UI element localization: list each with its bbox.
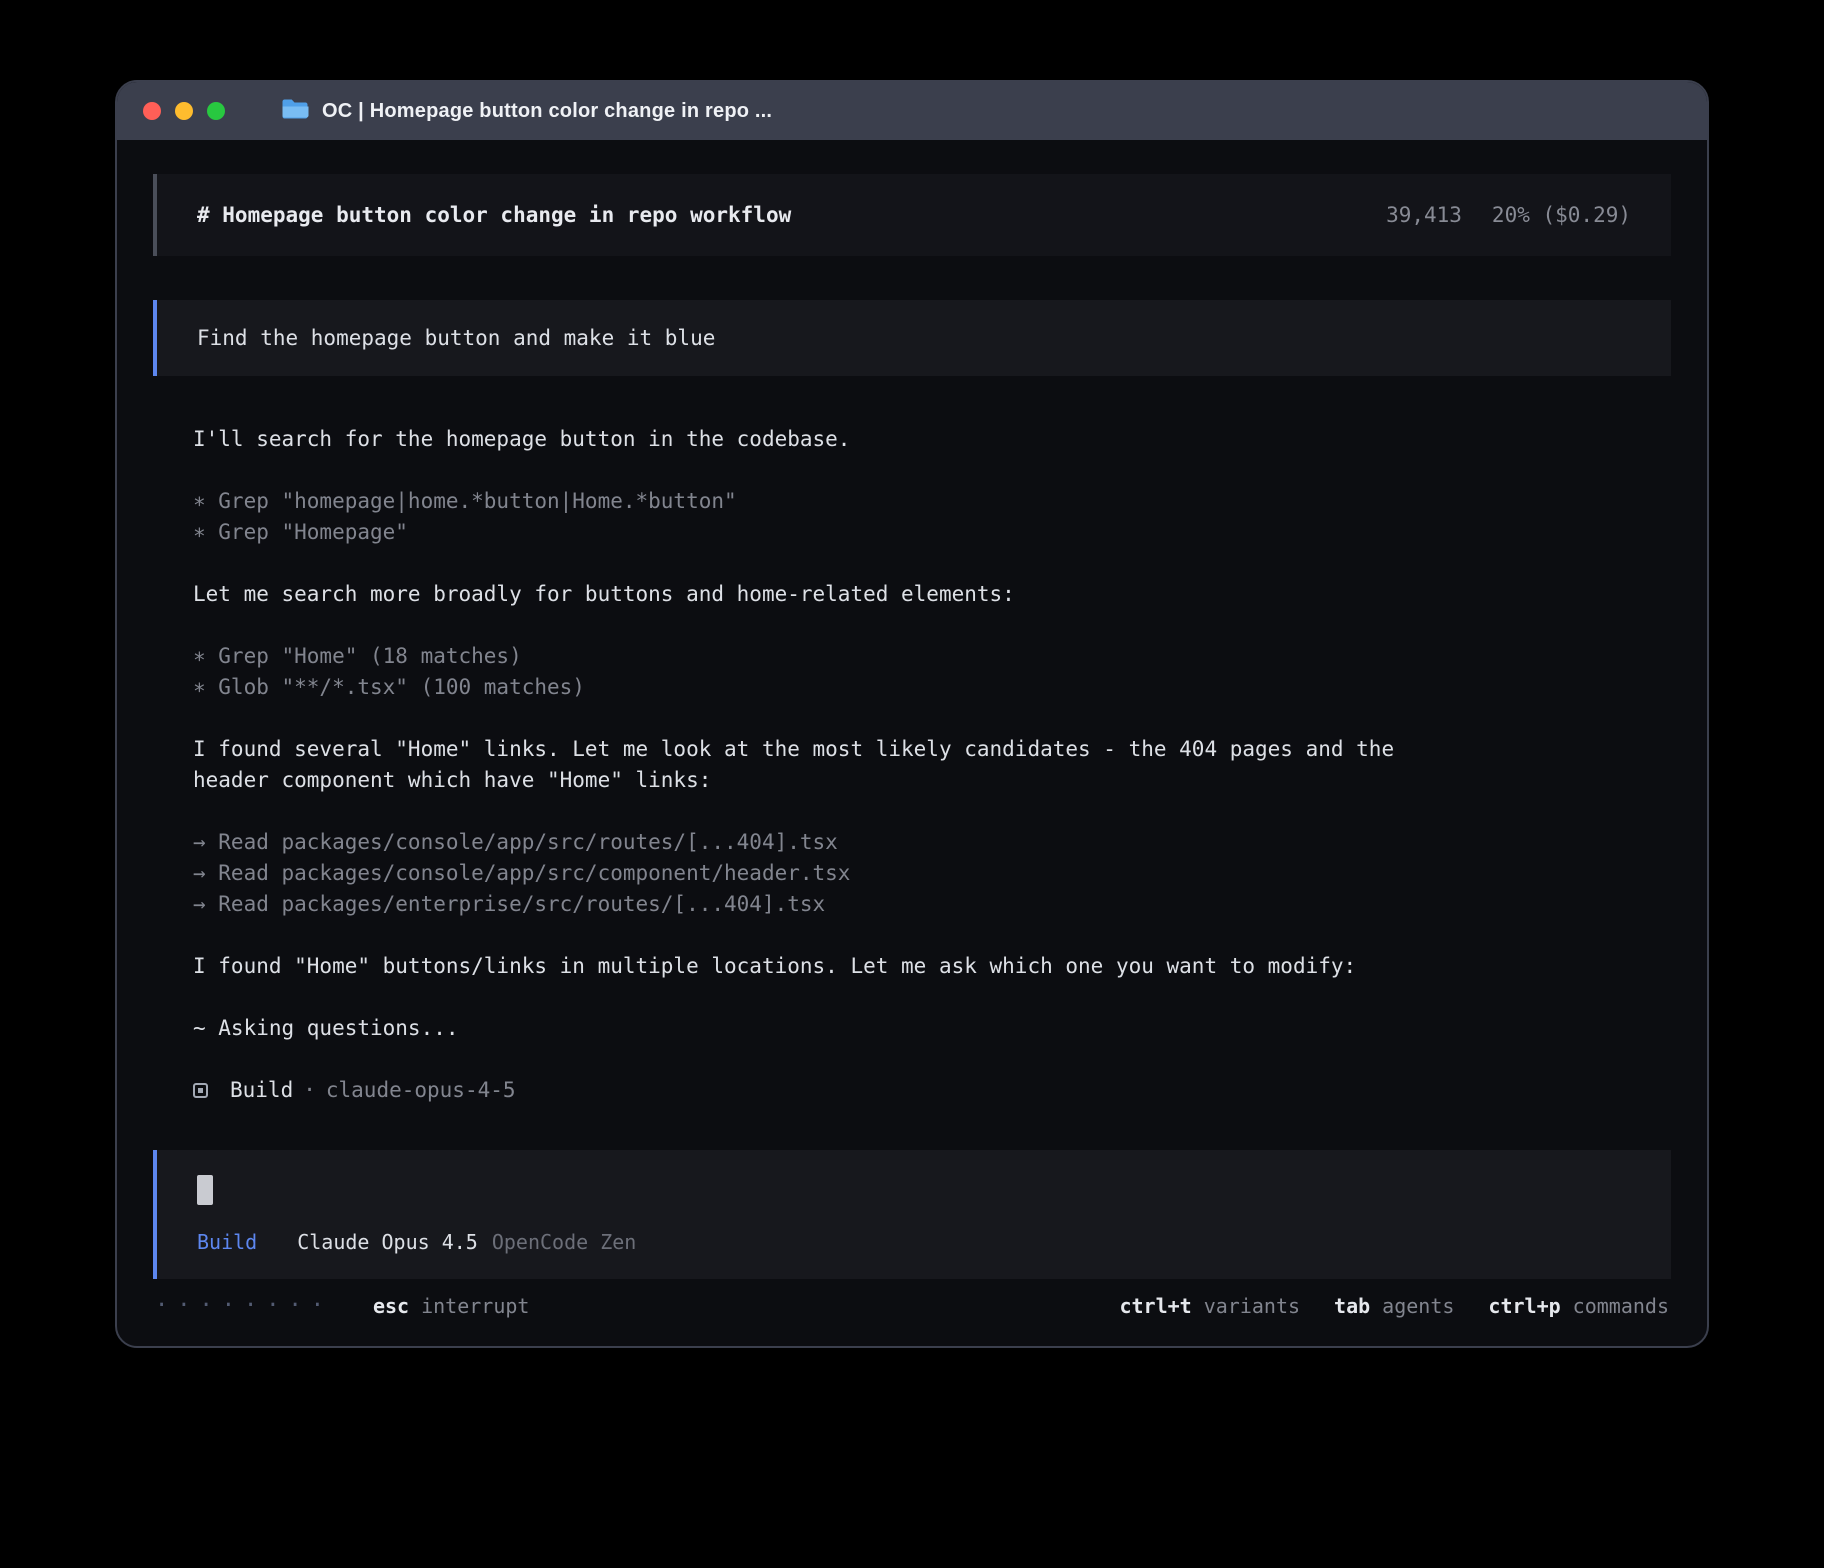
file-read-line: → Read packages/console/app/src/routes/[… (193, 827, 1631, 858)
ctrl-t-key-label: ctrl+t (1119, 1294, 1191, 1318)
agent-name: Build (230, 1078, 293, 1102)
terminal-window: OC | Homepage button color change in rep… (115, 80, 1709, 1348)
commands-label: commands (1573, 1294, 1669, 1318)
context-usage: 20% ($0.29) (1492, 203, 1631, 227)
terminal-content: # Homepage button color change in repo w… (117, 140, 1707, 1346)
tool-call-line: ∗ Grep "Home" (18 matches) (193, 641, 1631, 672)
agent-status-text: Build · claude-opus-4-5 (230, 1075, 516, 1106)
status-bar: ········ esc interrupt ctrl+t variants t… (153, 1293, 1671, 1318)
active-agent-label[interactable]: Build (197, 1230, 257, 1254)
tool-call-line: ∗ Glob "**/*.tsx" (100 matches) (193, 672, 1631, 703)
file-read-group: → Read packages/console/app/src/routes/[… (193, 827, 1631, 920)
traffic-lights (143, 102, 225, 120)
user-message-text: Find the homepage button and make it blu… (197, 326, 715, 350)
session-meta: 39,413 20% ($0.29) (1386, 203, 1631, 227)
keyboard-hints: ctrl+t variants tab agents ctrl+p comman… (1119, 1294, 1669, 1318)
assistant-output: I'll search for the homepage button in t… (153, 424, 1671, 1106)
agents-hint: tab agents (1334, 1294, 1454, 1318)
window-titlebar[interactable]: OC | Homepage button color change in rep… (117, 82, 1707, 140)
spinner-dots-icon: ········ (155, 1293, 333, 1318)
esc-key-label: esc (373, 1294, 409, 1318)
interrupt-label: interrupt (421, 1294, 529, 1318)
assistant-text: Let me search more broadly for buttons a… (193, 579, 1631, 610)
session-header: # Homepage button color change in repo w… (153, 174, 1671, 256)
zoom-button[interactable] (207, 102, 225, 120)
commands-hint: ctrl+p commands (1488, 1294, 1669, 1318)
agent-status-line: Build · claude-opus-4-5 (193, 1075, 1631, 1106)
folder-icon (281, 98, 309, 124)
provider-label: OpenCode Zen (492, 1230, 637, 1254)
agents-label: agents (1382, 1294, 1454, 1318)
minimize-button[interactable] (175, 102, 193, 120)
assistant-text: I'll search for the homepage button in t… (193, 424, 1631, 455)
interrupt-hint: esc interrupt (373, 1294, 530, 1318)
close-button[interactable] (143, 102, 161, 120)
assistant-text: I found several "Home" links. Let me loo… (193, 734, 1423, 796)
tool-call-line: ∗ Grep "Homepage" (193, 517, 1631, 548)
model-id: claude-opus-4-5 (326, 1078, 516, 1102)
file-read-line: → Read packages/console/app/src/componen… (193, 858, 1631, 889)
text-cursor (197, 1175, 213, 1205)
active-model-label[interactable]: Claude Opus 4.5 (297, 1230, 478, 1254)
title-group: OC | Homepage button color change in rep… (281, 98, 772, 124)
tool-call-group: ∗ Grep "Home" (18 matches) ∗ Glob "**/*.… (193, 641, 1631, 703)
tool-call-group: ∗ Grep "homepage|home.*button|Home.*butt… (193, 486, 1631, 548)
assistant-status-text: ~ Asking questions... (193, 1013, 1631, 1044)
tab-key-label: tab (1334, 1294, 1370, 1318)
prompt-input[interactable]: Build Claude Opus 4.5 OpenCode Zen (153, 1150, 1671, 1279)
file-read-line: → Read packages/enterprise/src/routes/[.… (193, 889, 1631, 920)
user-message: Find the homepage button and make it blu… (153, 300, 1671, 376)
separator-dot: · (303, 1078, 316, 1102)
assistant-text: I found "Home" buttons/links in multiple… (193, 951, 1631, 982)
token-count: 39,413 (1386, 203, 1462, 227)
variants-label: variants (1204, 1294, 1300, 1318)
tool-call-line: ∗ Grep "homepage|home.*button|Home.*butt… (193, 486, 1631, 517)
input-status-row: Build Claude Opus 4.5 OpenCode Zen (197, 1230, 1631, 1254)
agent-build-icon (193, 1083, 208, 1098)
window-title: OC | Homepage button color change in rep… (322, 100, 772, 123)
variants-hint: ctrl+t variants (1119, 1294, 1300, 1318)
ctrl-p-key-label: ctrl+p (1488, 1294, 1560, 1318)
session-title: # Homepage button color change in repo w… (197, 203, 791, 227)
